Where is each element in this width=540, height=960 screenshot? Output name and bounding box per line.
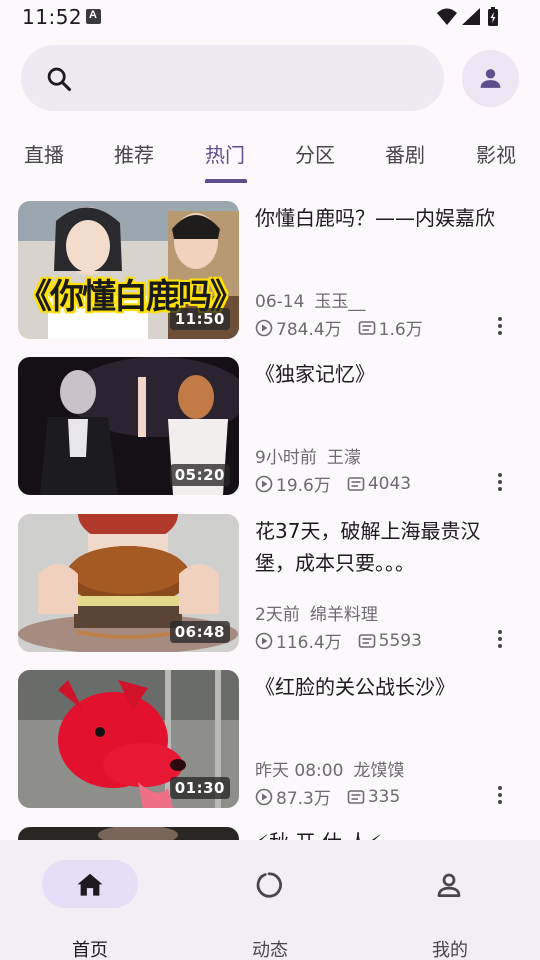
nav-dynamic-label: 动态 (252, 940, 288, 960)
more-options-icon[interactable] (492, 472, 508, 492)
video-duration: 11:50 (169, 308, 230, 330)
video-date: 昨天 08:00 (255, 761, 344, 781)
video-duration: 01:30 (169, 777, 230, 799)
more-options-icon[interactable] (492, 316, 508, 336)
nav-home-label: 首页 (72, 940, 108, 960)
tab-zones[interactable]: 分区 (295, 139, 335, 168)
category-tabs: 直播 推荐 热门 分区 番剧 影视 (0, 125, 540, 183)
video-feed[interactable]: 《你懂白鹿吗》 11:50 你懂白鹿吗？——内娱嘉欣 06-14 玉玉__ 784… (0, 200, 540, 840)
view-count: 87.3万 (276, 789, 331, 809)
video-date: 2天前 (255, 605, 300, 625)
tab-film-tv[interactable]: 影视 (476, 139, 516, 168)
account-button[interactable] (462, 50, 519, 107)
video-date: 9小时前 (255, 448, 317, 468)
tab-live[interactable]: 直播 (24, 139, 64, 168)
video-author[interactable]: 玉玉__ (314, 292, 365, 312)
video-duration: 05:20 (169, 464, 230, 486)
nav-profile[interactable]: 我的 (390, 860, 510, 960)
video-duration: 06:48 (169, 621, 230, 643)
video-item[interactable]: 06:48 花37天，破解上海最贵汉堡，成本只要。。。 2天前 绵羊料理 116.… (0, 513, 540, 653)
search-icon[interactable] (45, 65, 73, 93)
video-date: 06-14 (255, 292, 305, 312)
tab-recommend[interactable]: 推荐 (114, 139, 154, 168)
bottom-navigation: 首页 动态 我的 (0, 840, 540, 960)
video-title[interactable]: 《独家记忆》 (255, 358, 517, 390)
tab-anime[interactable]: 番剧 (385, 139, 425, 168)
video-item[interactable]: 05:20 《独家记忆》 9小时前 王濛 19.6万 4043 (0, 356, 540, 496)
video-title[interactable]: 花37天，破解上海最贵汉堡，成本只要。。。 (255, 515, 517, 579)
video-title[interactable]: ⚡秋 开 仕 人⚡ (255, 826, 517, 840)
danmaku-count-icon (347, 789, 365, 804)
video-author[interactable]: 龙馍馍 (353, 761, 404, 781)
danmaku-count: 335 (367, 786, 401, 807)
profile-icon (437, 873, 461, 897)
video-thumbnail[interactable]: 05:20 (18, 357, 239, 495)
video-thumbnail[interactable]: 01:30 (18, 670, 239, 808)
video-meta: 2天前 绵羊料理 (255, 600, 378, 625)
video-item[interactable]: ⚡秋 开 仕 人⚡ (0, 826, 540, 840)
video-stats: 116.4万 5593 (255, 628, 422, 653)
video-thumbnail[interactable]: 06:48 (18, 514, 239, 652)
video-thumbnail[interactable] (18, 827, 239, 840)
more-options-icon[interactable] (492, 785, 508, 805)
home-icon (77, 873, 103, 896)
video-author[interactable]: 绵羊料理 (310, 605, 378, 625)
play-count-icon (255, 319, 273, 336)
video-author[interactable]: 王濛 (327, 448, 361, 468)
video-stats: 87.3万 335 (255, 784, 400, 809)
account-icon (480, 69, 501, 88)
nav-dynamic[interactable]: 动态 (210, 860, 330, 960)
status-icons (437, 7, 498, 26)
video-meta: 06-14 玉玉__ (255, 287, 365, 312)
tab-hot[interactable]: 热门 (205, 139, 245, 168)
danmaku-count-icon (358, 320, 375, 335)
danmaku-count: 4043 (367, 473, 412, 494)
signal-icon (462, 8, 480, 25)
status-bar: 11:52 (0, 0, 540, 34)
video-thumbnail[interactable]: 《你懂白鹿吗》 11:50 (18, 201, 239, 339)
play-count-icon (255, 788, 273, 805)
danmaku-count-icon (347, 476, 365, 491)
battery-charging-icon (488, 7, 498, 26)
active-tab-indicator (205, 179, 247, 183)
thumbnail-image (18, 827, 239, 840)
video-meta: 昨天 08:00 龙馍馍 (255, 756, 404, 781)
view-count: 784.4万 (276, 320, 342, 340)
video-item[interactable]: 01:30 《红脸的关公战长沙》 昨天 08:00 龙馍馍 87.3万 335 (0, 669, 540, 809)
dynamic-icon (256, 872, 282, 898)
danmaku-count-icon (358, 633, 375, 648)
video-stats: 19.6万 4043 (255, 471, 411, 496)
video-item[interactable]: 《你懂白鹿吗》 11:50 你懂白鹿吗？——内娱嘉欣 06-14 玉玉__ 784… (0, 200, 540, 340)
view-count: 19.6万 (276, 476, 331, 496)
search-bar[interactable] (21, 45, 444, 111)
video-stats: 784.4万 1.6万 (255, 315, 423, 340)
keyboard-a-icon (86, 9, 101, 24)
danmaku-count: 1.6万 (378, 320, 423, 340)
more-options-icon[interactable] (492, 629, 508, 649)
status-time: 11:52 (22, 5, 83, 29)
wifi-icon (437, 8, 457, 25)
danmaku-count: 5593 (378, 630, 422, 651)
nav-home[interactable]: 首页 (30, 860, 150, 960)
play-count-icon (255, 632, 273, 649)
video-meta: 9小时前 王濛 (255, 443, 361, 468)
view-count: 116.4万 (276, 633, 342, 653)
video-title[interactable]: 《红脸的关公战长沙》 (255, 671, 517, 703)
nav-profile-label: 我的 (432, 940, 468, 960)
video-title[interactable]: 你懂白鹿吗？——内娱嘉欣 (255, 202, 517, 234)
play-count-icon (255, 475, 273, 492)
